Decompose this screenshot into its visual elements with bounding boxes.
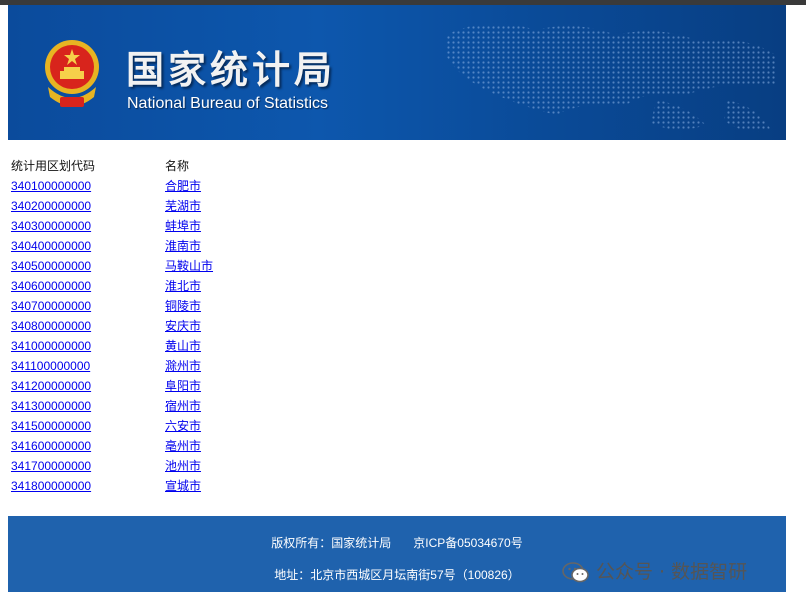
- name-link[interactable]: 六安市: [165, 418, 201, 435]
- site-title-english: National Bureau of Statistics: [127, 95, 328, 112]
- name-link[interactable]: 安庆市: [165, 318, 201, 335]
- name-link[interactable]: 宣城市: [165, 478, 201, 495]
- name-link[interactable]: 阜阳市: [165, 378, 201, 395]
- name-link[interactable]: 蚌埠市: [165, 218, 201, 235]
- code-link[interactable]: 340100000000: [11, 178, 161, 195]
- name-link[interactable]: 淮北市: [165, 278, 201, 295]
- code-link[interactable]: 341200000000: [11, 378, 161, 395]
- wechat-icon: [562, 561, 589, 582]
- watermark: 公众号 · 数据智研: [562, 557, 747, 584]
- name-link[interactable]: 淮南市: [165, 238, 201, 255]
- code-link[interactable]: 340700000000: [11, 298, 161, 315]
- code-link[interactable]: 341300000000: [11, 398, 161, 415]
- watermark-text: 公众号 · 数据智研: [596, 561, 748, 583]
- footer-line-1: 版权所有：国家统计局 京ICP备05034670号: [8, 534, 786, 551]
- copyright-text: 版权所有：国家统计局: [271, 536, 392, 550]
- name-link[interactable]: 亳州市: [165, 438, 201, 455]
- icp-text: 京ICP备05034670号: [413, 536, 523, 550]
- code-link[interactable]: 341700000000: [11, 458, 161, 475]
- name-link[interactable]: 马鞍山市: [165, 258, 213, 275]
- national-emblem-icon: [45, 40, 99, 107]
- code-link[interactable]: 340500000000: [11, 258, 161, 275]
- name-link[interactable]: 芜湖市: [165, 198, 201, 215]
- code-link[interactable]: 341600000000: [11, 438, 161, 455]
- code-link[interactable]: 341000000000: [11, 338, 161, 355]
- name-link[interactable]: 滁州市: [165, 358, 201, 375]
- header-code: 统计用区划代码: [11, 159, 96, 173]
- world-map-graphic: [446, 23, 776, 132]
- code-link[interactable]: 340600000000: [11, 278, 161, 295]
- code-link[interactable]: 341100000000: [11, 358, 161, 375]
- code-link[interactable]: 341500000000: [11, 418, 161, 435]
- name-link[interactable]: 宿州市: [165, 398, 201, 415]
- header-name: 名称: [165, 159, 190, 173]
- site-title-chinese: 国家统计局: [126, 48, 337, 92]
- code-link[interactable]: 340200000000: [11, 198, 161, 215]
- code-link[interactable]: 341800000000: [11, 478, 161, 495]
- header-banner: 国家统计局 National Bureau of Statistics: [8, 5, 786, 140]
- name-link[interactable]: 铜陵市: [165, 298, 201, 315]
- code-link[interactable]: 340800000000: [11, 318, 161, 335]
- code-link[interactable]: 340300000000: [11, 218, 161, 235]
- name-link[interactable]: 池州市: [165, 458, 201, 475]
- name-link[interactable]: 黄山市: [165, 338, 201, 355]
- code-link[interactable]: 340400000000: [11, 238, 161, 255]
- name-link[interactable]: 合肥市: [165, 178, 201, 195]
